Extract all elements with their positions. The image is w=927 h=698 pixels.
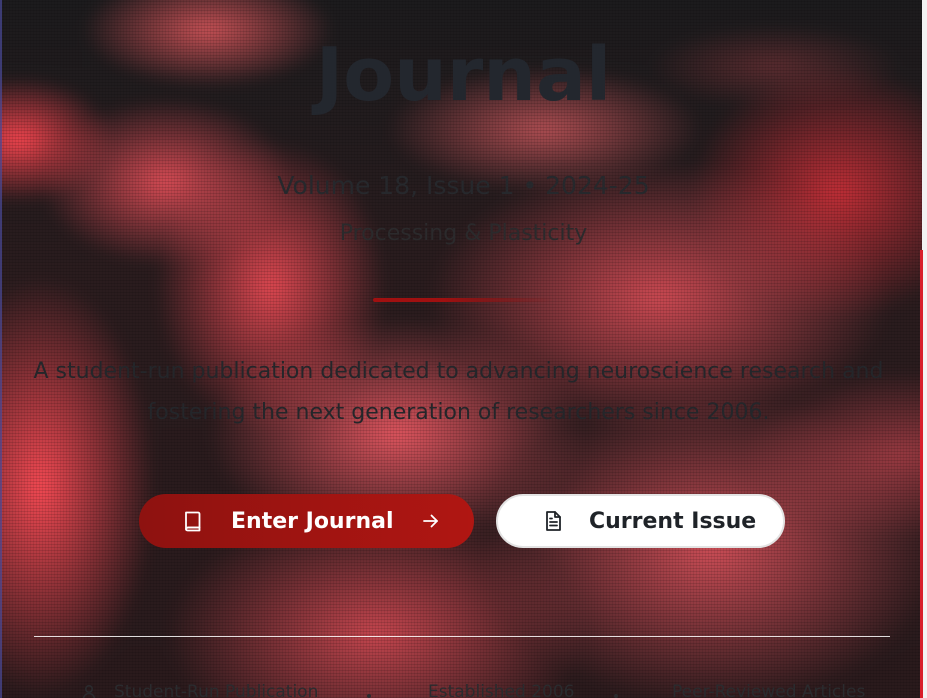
issue-theme: Processing & Plasticity [339, 221, 588, 246]
book-icon [183, 510, 203, 532]
current-issue-button[interactable]: Current Issue [496, 494, 785, 548]
stat-label: Established 2006 [428, 682, 575, 698]
stat-item: Student-Run Publication [82, 682, 318, 698]
current-issue-label: Current Issue [589, 508, 757, 534]
document-icon [543, 510, 563, 532]
hero-section: Journal Volume 18, Issue 1 • 2024-25 Pro… [0, 0, 927, 698]
stat-separator [614, 694, 618, 698]
page-title: Journal [315, 32, 612, 118]
enter-journal-label: Enter Journal [231, 508, 394, 534]
accent-divider [373, 298, 553, 302]
section-divider [34, 636, 890, 637]
stat-label: Peer-Reviewed Articles [672, 682, 866, 698]
enter-journal-button[interactable]: Enter Journal [139, 494, 474, 548]
stats-bar: Student-Run Publication Established 2006… [0, 682, 927, 698]
users-icon [82, 683, 100, 698]
stat-separator [367, 694, 371, 698]
arrow-right-icon [422, 513, 440, 529]
stat-label: Student-Run Publication [114, 682, 319, 698]
stat-item: Peer-Reviewed Articles [658, 682, 865, 698]
volume-issue-line: Volume 18, Issue 1 • 2024-25 [277, 171, 650, 200]
hero-content: Journal Volume 18, Issue 1 • 2024-25 Pro… [0, 0, 927, 698]
stat-item: Established 2006 [414, 682, 574, 698]
hero-description: A student-run publication dedicated to a… [33, 359, 884, 425]
